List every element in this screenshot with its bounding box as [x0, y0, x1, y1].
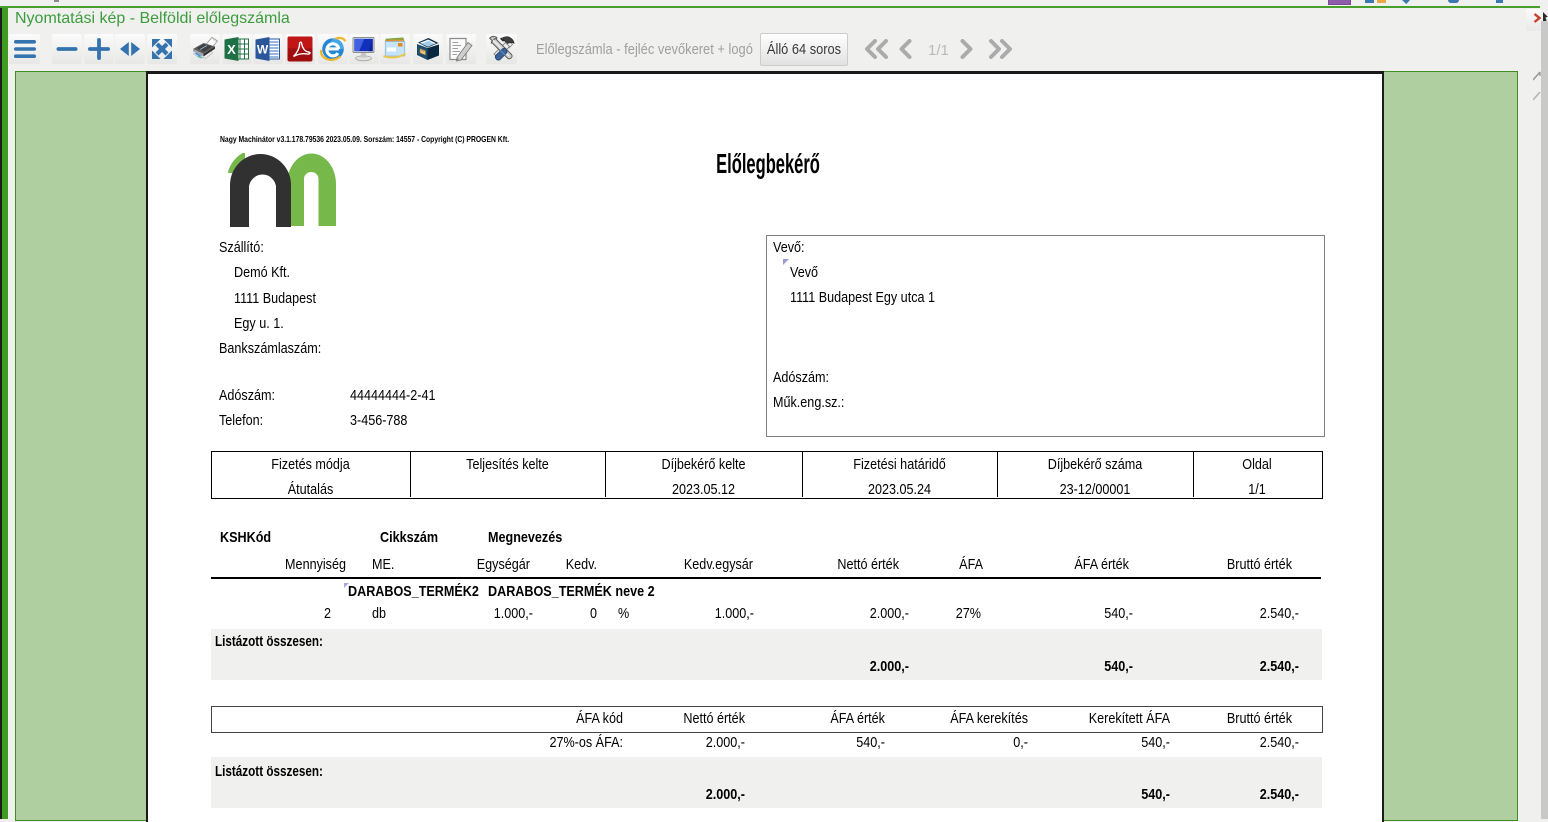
svg-text:W: W	[257, 43, 269, 57]
svg-text:X: X	[227, 42, 236, 57]
